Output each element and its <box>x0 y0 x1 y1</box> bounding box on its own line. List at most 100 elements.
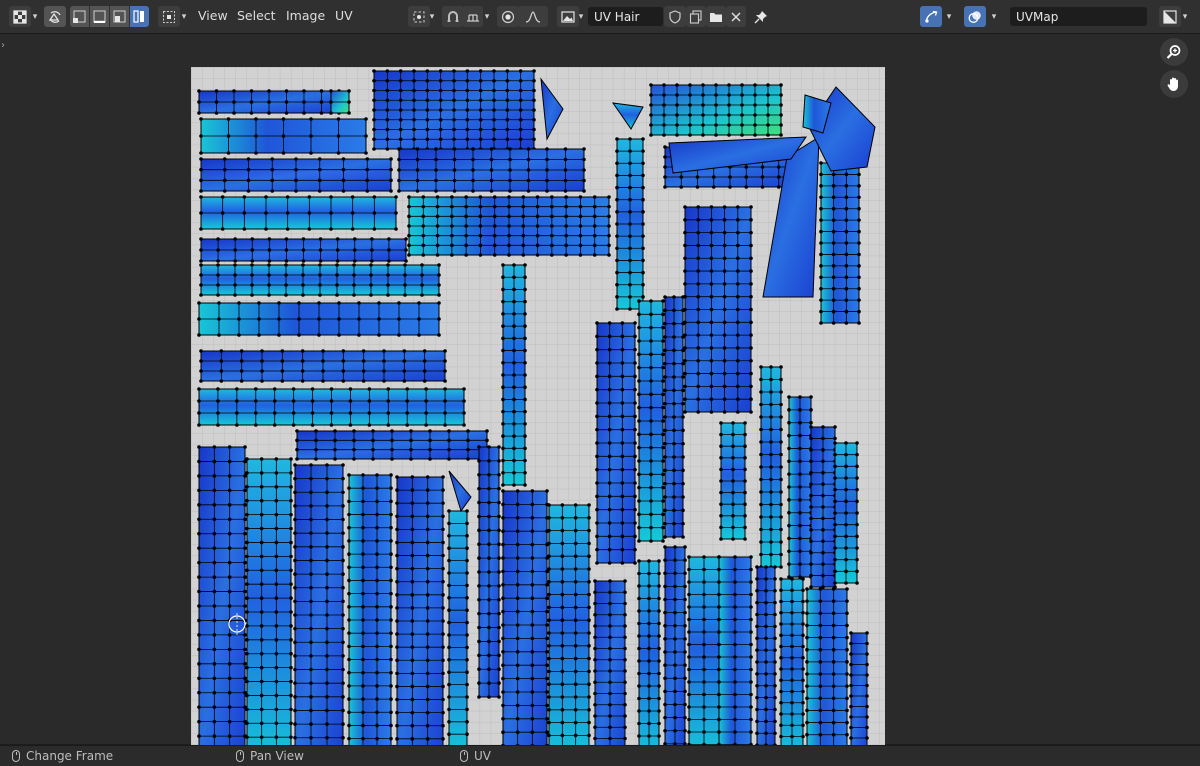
status-change-frame: Change Frame <box>26 749 114 763</box>
uv-island <box>199 263 441 297</box>
uv-editor-icon <box>13 9 27 24</box>
face-select-icon <box>113 10 126 23</box>
chevron-down-icon[interactable]: ▾ <box>1180 6 1190 27</box>
uv-island <box>593 579 627 761</box>
uv-island <box>295 429 489 461</box>
island-select-mode-button[interactable] <box>130 6 149 27</box>
uv-island <box>199 157 393 193</box>
image-browse-icon <box>561 10 575 23</box>
uv-editor-header: ▾ ▾ View Select Image UV ▾ ▾ ▾ UV Hair ▾… <box>0 0 1200 34</box>
menu-image[interactable]: Image <box>286 8 325 23</box>
uv-map-name-field[interactable]: UVMap <box>1010 7 1147 26</box>
chevron-down-icon[interactable]: ▾ <box>427 6 437 27</box>
uv-island <box>595 321 637 565</box>
pivot-point-icon <box>413 11 425 22</box>
uv-island <box>329 89 351 115</box>
snap-target-button[interactable] <box>463 6 483 27</box>
menu-uv[interactable]: UV <box>335 8 353 23</box>
uv-island <box>759 365 783 569</box>
uv-island <box>501 489 549 761</box>
uv-island <box>547 503 591 761</box>
uv-island <box>477 445 501 699</box>
snap-magnet-icon <box>447 10 459 22</box>
uv-island <box>833 441 859 585</box>
uv-island <box>819 161 861 325</box>
pin-icon <box>754 10 767 23</box>
fake-user-button[interactable] <box>664 6 686 27</box>
uv-island <box>809 425 837 589</box>
status-right-hint: UV <box>460 749 491 763</box>
editor-type-button[interactable] <box>9 6 31 27</box>
chevron-down-icon[interactable]: ▾ <box>30 6 40 27</box>
uv-island <box>687 555 721 759</box>
pan-button[interactable] <box>1160 70 1188 98</box>
face-select-mode-button[interactable] <box>110 6 129 27</box>
edge-select-mode-button[interactable] <box>90 6 109 27</box>
island-select-icon <box>133 10 144 23</box>
new-image-icon <box>689 9 702 24</box>
uv-island <box>293 463 345 761</box>
uv-grid-canvas[interactable] <box>191 67 885 761</box>
uv-island <box>849 631 869 761</box>
zoom-button[interactable] <box>1160 38 1188 66</box>
unlink-image-button[interactable] <box>726 6 746 27</box>
pin-button[interactable] <box>750 6 772 27</box>
overlay-toggle-button[interactable] <box>964 6 986 27</box>
uv-island <box>683 205 753 414</box>
proportional-editing-button[interactable] <box>497 6 519 27</box>
chevron-down-icon[interactable]: ▾ <box>944 6 954 27</box>
sticky-selection-button[interactable] <box>158 6 180 27</box>
edge-select-icon <box>93 10 106 23</box>
uv-island <box>197 301 441 337</box>
fake-user-shield-icon <box>669 9 681 24</box>
snap-toggle-button[interactable] <box>442 6 464 27</box>
vertex-select-mode-button[interactable] <box>70 6 89 27</box>
uv-island <box>719 421 747 541</box>
status-pan-view: Pan View <box>250 749 304 763</box>
close-icon <box>731 11 741 22</box>
chevron-down-icon[interactable]: ▾ <box>179 6 189 27</box>
uv-editor-viewport[interactable]: › <box>0 34 1200 761</box>
uv-island <box>347 473 393 761</box>
uv-island <box>199 195 398 231</box>
uv-island <box>805 587 849 761</box>
display-channels-button[interactable] <box>1159 6 1181 27</box>
image-name-field[interactable]: UV Hair <box>588 7 663 26</box>
uv-island <box>395 475 445 761</box>
gizmo-toggle-button[interactable] <box>920 6 942 27</box>
uv-island <box>407 195 611 257</box>
mouse-middle-icon <box>236 750 244 762</box>
uv-island <box>197 445 247 761</box>
uv-island <box>615 137 645 311</box>
uv-island <box>397 147 586 193</box>
overlay-icon <box>968 10 981 23</box>
new-image-button[interactable] <box>686 6 706 27</box>
gizmo-icon <box>925 10 938 23</box>
chevron-down-icon[interactable]: ▾ <box>576 6 586 27</box>
chevron-down-icon[interactable]: ▾ <box>482 6 492 27</box>
uv-island <box>199 237 408 263</box>
menu-select[interactable]: Select <box>237 8 276 23</box>
uv-island <box>787 395 813 579</box>
mouse-left-icon <box>12 750 20 762</box>
sync-selection-button[interactable] <box>44 6 66 27</box>
chevron-down-icon[interactable]: ▾ <box>989 6 999 27</box>
uv-island <box>779 577 805 761</box>
status-bar: Change Frame Pan View UV <box>0 745 1200 766</box>
falloff-button[interactable] <box>518 6 548 27</box>
uv-sync-selection-icon <box>48 10 61 23</box>
status-uv: UV <box>474 749 491 763</box>
proportional-editing-icon <box>501 10 515 23</box>
uv-island <box>755 565 777 759</box>
sidebar-expand-icon[interactable]: › <box>1 40 5 51</box>
uv-island <box>199 349 447 383</box>
mouse-right-icon <box>460 750 468 762</box>
zoom-icon <box>1166 45 1181 59</box>
menu-view[interactable]: View <box>198 8 228 23</box>
uv-island <box>717 555 753 759</box>
open-image-button[interactable] <box>706 6 726 27</box>
status-middle-hint: Pan View <box>236 749 304 763</box>
uv-island <box>447 509 469 761</box>
vertex-select-icon <box>73 10 86 23</box>
uv-island <box>197 89 341 115</box>
